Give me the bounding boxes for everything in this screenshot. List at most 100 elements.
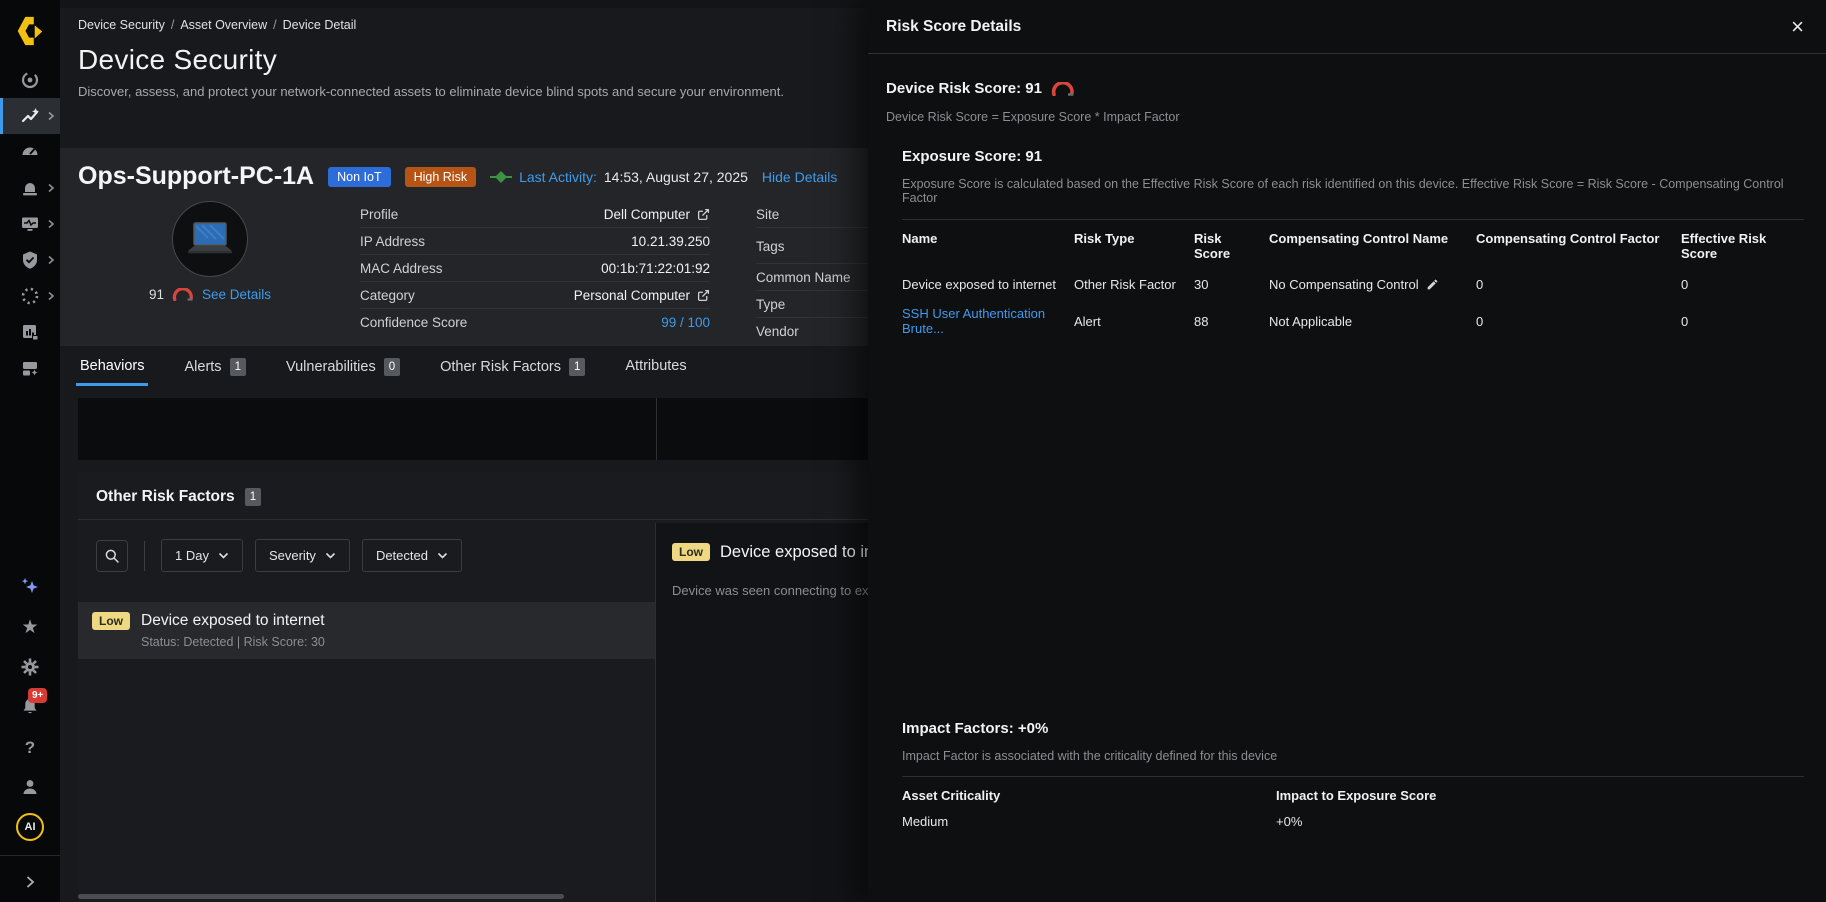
device-avatar bbox=[172, 201, 248, 277]
ai-badge: AI bbox=[16, 813, 44, 841]
detail-value[interactable]: Dell Computer bbox=[604, 207, 710, 222]
detail-label: Tags bbox=[756, 239, 785, 254]
horizontal-scrollbar[interactable] bbox=[78, 894, 564, 899]
breadcrumb-device-detail[interactable]: Device Detail bbox=[283, 18, 357, 32]
breadcrumb-device-security[interactable]: Device Security bbox=[78, 18, 165, 32]
breadcrumb-asset-overview[interactable]: Asset Overview bbox=[180, 18, 267, 32]
sidebar-item-policies[interactable] bbox=[0, 242, 60, 278]
last-activity-value: 14:53, August 27, 2025 bbox=[604, 169, 748, 185]
external-link-icon bbox=[697, 208, 710, 221]
laptop-icon bbox=[186, 221, 234, 257]
sidebar-item-ai-assistant[interactable] bbox=[0, 567, 60, 607]
severity-dropdown[interactable]: Severity bbox=[255, 539, 350, 572]
tab-alerts[interactable]: Alerts 1 bbox=[182, 352, 247, 388]
sidebar-item-ai-badge[interactable]: AI bbox=[0, 807, 60, 847]
column-header: Impact to Exposure Score bbox=[1276, 777, 1804, 809]
exposure-score-title: Exposure Score: 91 bbox=[902, 148, 1804, 165]
close-icon[interactable]: × bbox=[1791, 16, 1804, 38]
sidebar: ★ bbox=[0, 0, 60, 902]
detail-value: 00:1b:71:22:01:92 bbox=[601, 261, 710, 276]
sidebar-item-alerts[interactable] bbox=[0, 170, 60, 206]
detail-label: Site bbox=[756, 207, 779, 222]
notification-count-badge: 9+ bbox=[28, 688, 47, 703]
filter-divider bbox=[144, 541, 145, 571]
column-header: Name bbox=[902, 220, 1074, 270]
star-icon: ★ bbox=[21, 618, 38, 637]
detail-title: Device exposed to inter bbox=[720, 543, 892, 562]
sidebar-item-profile[interactable] bbox=[0, 767, 60, 807]
sidebar-item-favorites[interactable]: ★ bbox=[0, 607, 60, 647]
chevron-right-icon bbox=[47, 219, 55, 229]
chevron-right-icon bbox=[47, 291, 55, 301]
chevron-right-icon bbox=[47, 111, 55, 121]
radar-icon bbox=[20, 70, 40, 90]
impact-factors-block: Impact Factors: +0% Impact Factor is ass… bbox=[902, 720, 1804, 836]
confidence-score-value[interactable]: 99 / 100 bbox=[661, 315, 710, 330]
column-header: Asset Criticality bbox=[902, 777, 1276, 809]
device-details-column-1: Profile Dell Computer IP Address 10.21.3… bbox=[360, 201, 710, 344]
detail-label: MAC Address bbox=[360, 261, 443, 276]
gear-icon bbox=[20, 657, 40, 677]
sidebar-item-notifications[interactable]: 9+ bbox=[0, 687, 60, 727]
table-cell-effective-score: 0 bbox=[1681, 299, 1804, 343]
sidebar-item-activity-monitor[interactable] bbox=[0, 206, 60, 242]
table-cell-name-link[interactable]: SSH User Authentication Brute... bbox=[902, 299, 1074, 343]
sidebar-item-dashboard[interactable] bbox=[0, 134, 60, 170]
dropdown-label: Detected bbox=[376, 548, 428, 563]
detail-value: 10.21.39.250 bbox=[631, 234, 710, 249]
device-risk-score-title: Device Risk Score: 91 bbox=[886, 80, 1042, 97]
edit-pencil-icon[interactable] bbox=[1426, 278, 1439, 291]
sidebar-expand-button[interactable] bbox=[0, 862, 60, 902]
breadcrumb-separator: / bbox=[171, 18, 174, 32]
status-dropdown[interactable]: Detected bbox=[362, 539, 462, 572]
filter-bar: 1 Day Severity Detected bbox=[78, 523, 655, 588]
search-button[interactable] bbox=[96, 540, 128, 572]
report-chart-icon bbox=[20, 322, 40, 342]
detail-row-profile: Profile Dell Computer bbox=[360, 201, 710, 228]
risk-factor-list-item[interactable]: Low Device exposed to internet Status: D… bbox=[78, 602, 655, 659]
shield-check-icon bbox=[20, 250, 40, 270]
detail-value[interactable]: Personal Computer bbox=[574, 288, 710, 303]
risk-factor-list-pane: 1 Day Severity Detected Low bbox=[78, 523, 656, 902]
detail-row-confidence: Confidence Score 99 / 100 bbox=[360, 309, 710, 335]
sidebar-item-segments[interactable] bbox=[0, 278, 60, 314]
table-cell-risk-score: 30 bbox=[1194, 270, 1269, 299]
brand-logo[interactable] bbox=[0, 0, 60, 62]
sidebar-item-help[interactable]: ? bbox=[0, 727, 60, 767]
sidebar-item-discover[interactable] bbox=[0, 62, 60, 98]
sidebar-item-reports[interactable] bbox=[0, 314, 60, 350]
table-cell-criticality: Medium bbox=[902, 809, 1276, 836]
tab-other-risk-factors[interactable]: Other Risk Factors 1 bbox=[438, 352, 587, 388]
table-cell-control-factor: 0 bbox=[1476, 299, 1681, 343]
risk-score-formula: Device Risk Score = Exposure Score * Imp… bbox=[886, 110, 1804, 124]
table-cell-name: Device exposed to internet bbox=[902, 270, 1074, 299]
detail-label: Type bbox=[756, 297, 785, 312]
sidebar-bottom-group: ★ bbox=[0, 567, 60, 902]
brand-logo-icon bbox=[13, 14, 47, 48]
tab-attributes[interactable]: Attributes bbox=[623, 352, 688, 386]
column-divider bbox=[656, 398, 657, 460]
table-cell-control-name: Not Applicable bbox=[1269, 299, 1476, 343]
hide-details-link[interactable]: Hide Details bbox=[762, 169, 837, 185]
help-icon: ? bbox=[25, 739, 35, 756]
table-cell-risk-type: Alert bbox=[1074, 299, 1194, 343]
chevron-down-icon bbox=[218, 552, 229, 559]
detail-row-mac: MAC Address 00:1b:71:22:01:92 bbox=[360, 255, 710, 282]
time-range-dropdown[interactable]: 1 Day bbox=[161, 539, 243, 572]
table-cell-risk-type: Other Risk Factor bbox=[1074, 270, 1194, 299]
impact-table: Asset Criticality Impact to Exposure Sco… bbox=[902, 776, 1804, 836]
see-details-link[interactable]: See Details bbox=[202, 287, 271, 302]
chevron-right-icon bbox=[47, 183, 55, 193]
breadcrumb-separator: / bbox=[273, 18, 276, 32]
tab-behaviors[interactable]: Behaviors bbox=[78, 352, 146, 386]
detail-row-category: Category Personal Computer bbox=[360, 282, 710, 309]
sidebar-item-settings[interactable] bbox=[0, 647, 60, 687]
sidebar-item-device-security[interactable] bbox=[0, 98, 60, 134]
tab-count-badge: 1 bbox=[569, 358, 585, 376]
last-activity-label: Last Activity: bbox=[519, 169, 597, 185]
sidebar-item-integrations[interactable] bbox=[0, 350, 60, 386]
gauge-icon bbox=[20, 142, 40, 162]
panel-title: Risk Score Details bbox=[886, 18, 1791, 36]
tab-vulnerabilities[interactable]: Vulnerabilities 0 bbox=[284, 352, 402, 388]
impact-factors-description: Impact Factor is associated with the cri… bbox=[902, 749, 1804, 763]
